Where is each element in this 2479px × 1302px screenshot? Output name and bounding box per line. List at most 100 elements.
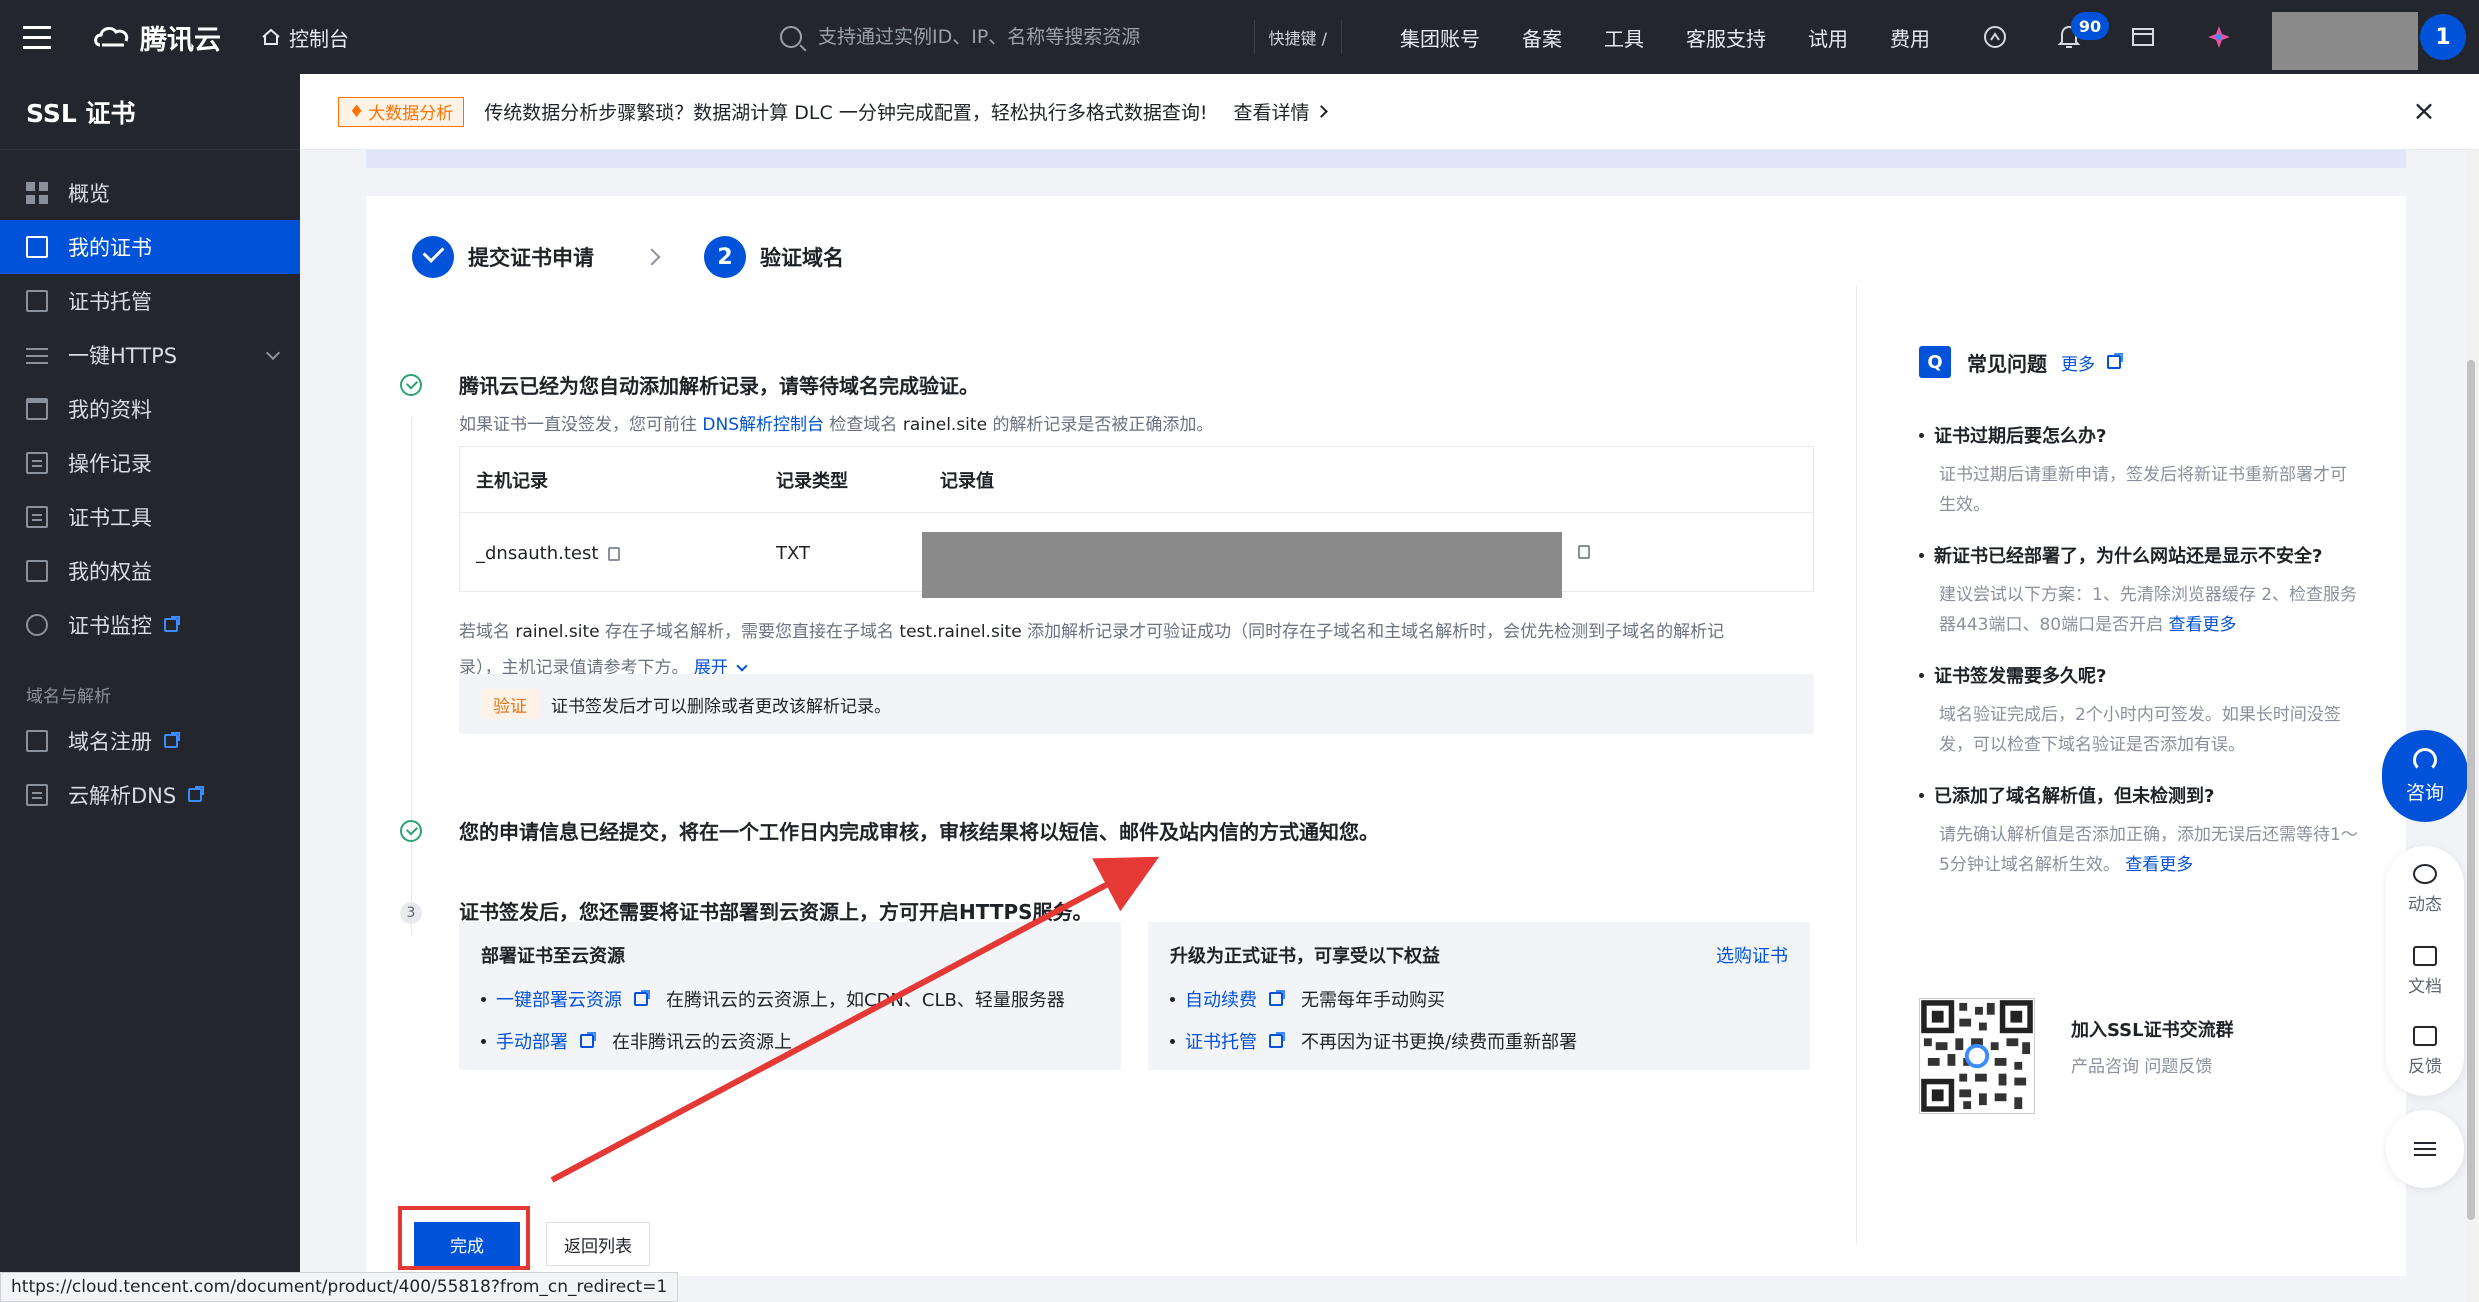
cert-hosting-link[interactable]: 证书托管: [1185, 1028, 1257, 1054]
step-complete-icon: [412, 236, 454, 278]
faq-question[interactable]: 证书过期后要怎么办?: [1919, 422, 2106, 448]
faq-see-more-link[interactable]: 查看更多: [2125, 855, 2193, 875]
upgrade-panel: 升级为正式证书，可享受以下权益 选购证书 自动续费 无需每年手动购买 证书托管 不再…: [1148, 922, 1810, 1070]
sidebar-item-one-click-https[interactable]: 一键HTTPS: [0, 328, 300, 382]
benefits-icon: [26, 560, 48, 582]
faq-question[interactable]: 证书签发需要多久呢?: [1919, 662, 2106, 688]
close-icon[interactable]: ×: [2409, 96, 2439, 126]
nav-filing[interactable]: 备案: [1522, 23, 1562, 52]
global-search[interactable]: 快捷键 /: [762, 14, 1342, 60]
workorder-icon[interactable]: [2128, 22, 2158, 52]
check-circle-icon: [400, 374, 422, 396]
progress-line: [411, 418, 412, 936]
step-2-number: 2: [704, 236, 746, 278]
sidebar-item-dns[interactable]: 云解析DNS: [0, 768, 300, 822]
user-account-name[interactable]: [2272, 12, 2418, 70]
docs-tool[interactable]: 文档: [2386, 946, 2464, 997]
main-content: 提交证书申请 2 验证域名 腾讯云已经为您自动添加解析记录，请等待域名完成验证。…: [300, 150, 2479, 1302]
nav-trial[interactable]: 试用: [1808, 23, 1848, 52]
faq-title: 常见问题: [1967, 351, 2047, 376]
sidebar-item-my-certificates[interactable]: 我的证书: [0, 220, 300, 274]
dns-console-link[interactable]: DNS解析控制台: [702, 415, 824, 435]
note-domain: rainel.site: [515, 622, 600, 642]
column-header-type: 记录类型: [776, 470, 848, 492]
faq-question-text: 证书过期后要怎么办?: [1934, 426, 2107, 447]
bullet: [1919, 432, 1924, 438]
one-click-deploy-link[interactable]: 一键部署云资源: [496, 986, 622, 1012]
status-url: https://cloud.tencent.com/document/produ…: [0, 1272, 679, 1302]
scrollbar[interactable]: [2467, 150, 2479, 1302]
action-buttons: 完成 返回列表: [402, 1210, 650, 1266]
tencent-cloud-logo[interactable]: 腾讯云: [92, 18, 221, 57]
sidebar-item-label: 操作记录: [68, 452, 152, 476]
list-item: 自动续费 无需每年手动购买: [1170, 986, 1445, 1012]
banner-tag-label: 大数据分析: [368, 104, 454, 124]
tool-label: 反馈: [2408, 1057, 2442, 1077]
sidebar-title: SSL 证书: [0, 74, 300, 150]
news-tool[interactable]: 动态: [2386, 864, 2464, 915]
book-icon: [2413, 946, 2437, 966]
upgrade-desc: 无需每年手动购买: [1301, 990, 1445, 1011]
note-subdomain: test.rainel.site: [899, 622, 1022, 642]
ai-assistant-icon[interactable]: [2204, 22, 2234, 52]
host-record-cell: _dnsauth.test: [476, 542, 621, 564]
bullet: [1919, 552, 1924, 558]
faq-see-more-link[interactable]: 查看更多: [2169, 615, 2237, 635]
sidebar-item-my-benefits[interactable]: 我的权益: [0, 544, 300, 598]
list-item: 一键部署云资源 在腾讯云的云资源上，如CDN、CLB、轻量服务器: [481, 986, 1065, 1012]
done-button[interactable]: 完成: [414, 1222, 520, 1266]
copy-icon[interactable]: [1578, 545, 1590, 559]
bullet: [481, 1038, 486, 1044]
domain-icon: [26, 730, 48, 752]
faq-panel: Q 常见问题 更多 证书过期后要怎么办? 证书过期后请重新申请，签发后将新证书重…: [1856, 286, 2366, 1244]
sidebar-item-label: 证书监控: [68, 614, 152, 638]
bullet: [481, 996, 486, 1002]
banner-details-link[interactable]: 查看详情: [1233, 98, 1329, 125]
manual-deploy-link[interactable]: 手动部署: [496, 1028, 568, 1054]
back-to-list-button[interactable]: 返回列表: [546, 1222, 650, 1266]
section1-subtitle: 如果证书一直没签发，您可前往 DNS解析控制台 检查域名 rainel.site…: [459, 410, 1213, 435]
sidebar-item-operation-log[interactable]: 操作记录: [0, 436, 300, 490]
list-menu-button[interactable]: [2386, 1110, 2464, 1188]
auto-renew-link[interactable]: 自动续费: [1185, 986, 1257, 1012]
deploy-desc: 在非腾讯云的云资源上: [612, 1032, 792, 1053]
nav-tools[interactable]: 工具: [1604, 23, 1644, 52]
buy-certificate-link[interactable]: 选购证书: [1716, 942, 1788, 968]
tool-label: 文档: [2408, 977, 2442, 997]
hamburger-menu-icon[interactable]: [0, 0, 74, 74]
faq-more-label: 更多: [2061, 354, 2095, 375]
list-icon: [2414, 1142, 2436, 1156]
sidebar-item-my-info[interactable]: 我的资料: [0, 382, 300, 436]
dns-record-table: 主机记录 记录类型 记录值 _dnsauth.test TXT: [459, 446, 1814, 598]
faq-more-link[interactable]: 更多: [2061, 350, 2123, 375]
nav-support[interactable]: 客服支持: [1686, 23, 1766, 52]
sidebar-item-label: 一键HTTPS: [68, 344, 178, 368]
bullet: [1170, 1038, 1175, 1044]
cloud-shell-icon[interactable]: [1980, 22, 2010, 52]
faq-question[interactable]: 已添加了域名解析值，但未检测到?: [1919, 782, 2214, 808]
external-link-icon: [1269, 1032, 1285, 1048]
sidebar-item-domain-registration[interactable]: 域名注册: [0, 714, 300, 768]
sidebar-item-cert-tools[interactable]: 证书工具: [0, 490, 300, 544]
faq-question[interactable]: 新证书已经部署了，为什么网站还是显示不安全?: [1919, 542, 2322, 568]
sidebar-item-cert-hosting[interactable]: 证书托管: [0, 274, 300, 328]
search-input[interactable]: [818, 26, 1248, 48]
consult-button[interactable]: 咨询: [2382, 730, 2468, 822]
host-record: _dnsauth.test: [476, 542, 599, 564]
home-icon: [262, 28, 280, 45]
scroll-thumb[interactable]: [2467, 360, 2475, 1220]
sidebar-item-cert-monitor[interactable]: 证书监控: [0, 598, 300, 652]
nav-billing[interactable]: 费用: [1890, 23, 1930, 52]
console-link[interactable]: 控制台: [261, 23, 349, 52]
list-item: 手动部署 在非腾讯云的云资源上: [481, 1028, 792, 1054]
sub-text: 如果证书一直没签发，您可前往: [459, 415, 697, 435]
feedback-tool[interactable]: 反馈: [2386, 1026, 2464, 1077]
sidebar-item-overview[interactable]: 概览: [0, 166, 300, 220]
section1-title: 腾讯云已经为您自动添加解析记录，请等待域名完成验证。: [459, 374, 979, 398]
verify-text: 证书签发后才可以删除或者更改该解析记录。: [551, 696, 891, 717]
avatar[interactable]: 1: [2420, 14, 2466, 60]
join-group-title: 加入SSL证书交流群: [2071, 1020, 2234, 1041]
shortcut-hint[interactable]: 快捷键 /: [1253, 20, 1342, 54]
copy-icon[interactable]: [608, 546, 621, 561]
nav-group-account[interactable]: 集团账号: [1400, 23, 1480, 52]
